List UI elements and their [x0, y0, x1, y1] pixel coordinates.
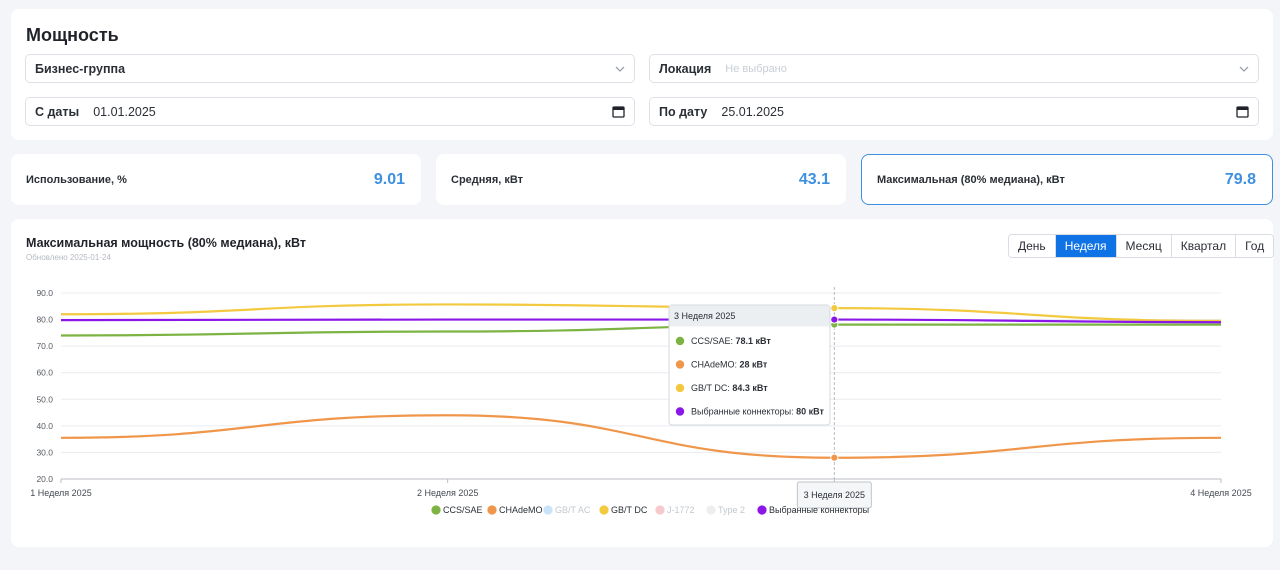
series-line[interactable]	[60, 323, 1221, 337]
series-line[interactable]	[60, 303, 1222, 322]
x-hover-label-text: 3 Неделя 2025	[804, 490, 865, 500]
business-group-select[interactable]: Бизнес-группа	[25, 54, 635, 83]
legend-label: Выбранные коннекторы	[769, 505, 869, 515]
kpi-value: 9.01	[373, 170, 405, 188]
line-chart[interactable]: 20.0 30.0 40.0 50.0 60.0 70.0 80.0 90.0 1 Неделя…	[11, 219, 1273, 547]
tooltip-row: CCS/SAE: 78.1 кВт	[691, 336, 771, 346]
x-tick-label: 4 Неделя 2025	[1190, 488, 1251, 498]
legend-swatch	[706, 505, 716, 515]
legend-item[interactable]: CHAdeMO	[487, 505, 543, 515]
y-tick-label: 60.0	[36, 368, 53, 378]
legend-label: J-1772	[667, 505, 695, 515]
hover-point[interactable]	[830, 304, 839, 313]
location-placeholder: Не выбрано	[725, 62, 787, 75]
calendar-icon[interactable]	[1236, 105, 1249, 118]
legend-item[interactable]: Type 2	[706, 505, 745, 515]
legend-item[interactable]: J-1772	[655, 505, 695, 515]
chart-tooltip: 3 Неделя 2025 CCS/SAE: 78.1 кВт CHAdeMO: 2…	[668, 304, 831, 426]
hover-point[interactable]	[830, 453, 839, 462]
y-tick-label: 80.0	[36, 315, 53, 325]
legend-label: GB/T AC	[555, 505, 591, 515]
kpi-value: 79.8	[1224, 170, 1256, 188]
legend-item[interactable]: CCS/SAE	[431, 505, 483, 515]
calendar-icon[interactable]	[612, 105, 625, 118]
legend-swatch	[543, 505, 553, 515]
legend-swatch	[757, 505, 767, 515]
kpi-value: 43.1	[798, 170, 830, 188]
date-to-label: По дату	[659, 104, 708, 119]
kpi-label: Средняя, кВт	[451, 173, 524, 186]
legend-swatch	[599, 505, 609, 515]
legend-label: Type 2	[718, 505, 745, 515]
chevron-down-icon	[1239, 66, 1249, 72]
date-to-field[interactable]: По дату 25.01.2025	[649, 97, 1259, 126]
date-from-value: 01.01.2025	[93, 104, 156, 119]
tooltip-row: GB/T DC: 84.3 кВт	[691, 383, 768, 393]
y-tick-label: 90.0	[36, 288, 53, 298]
legend-item[interactable]: GB/T AC	[543, 505, 591, 515]
legend-item[interactable]: Выбранные коннекторы	[757, 505, 869, 515]
tooltip-row: Выбранные коннекторы: 80 кВт	[691, 407, 824, 417]
page-title: Мощность	[26, 25, 119, 45]
kpi-max-median[interactable]: Максимальная (80% медиана), кВт 79.8	[861, 154, 1273, 205]
legend-label: CCS/SAE	[443, 505, 483, 515]
location-select[interactable]: Локация Не выбрано	[649, 54, 1259, 83]
x-tick-label: 1 Неделя 2025	[30, 488, 91, 498]
chart-panel: Максимальная мощность (80% медиана), кВт…	[11, 219, 1275, 547]
chevron-down-icon	[615, 66, 625, 72]
kpi-utilization[interactable]: Использование, % 9.01	[11, 154, 421, 205]
y-tick-label: 40.0	[36, 421, 53, 431]
tooltip-row: CHAdeMO: 28 кВт	[691, 360, 768, 370]
y-tick-label: 70.0	[36, 341, 53, 351]
date-to-value: 25.01.2025	[721, 104, 784, 119]
tooltip-swatch	[675, 407, 685, 416]
date-from-field[interactable]: С даты 01.01.2025	[25, 97, 635, 126]
legend-swatch	[487, 505, 497, 515]
kpi-label: Использование, %	[26, 173, 127, 186]
tooltip-swatch	[675, 336, 685, 346]
y-tick-label: 50.0	[36, 394, 53, 404]
x-tick-label: 2 Неделя 2025	[417, 488, 478, 498]
tooltip-title: 3 Неделя 2025	[674, 311, 735, 321]
legend-swatch	[431, 505, 441, 515]
business-group-label: Бизнес-группа	[35, 61, 126, 76]
legend-item[interactable]: GB/T DC	[599, 505, 648, 515]
kpi-label: Максимальная (80% медиана), кВт	[877, 173, 1065, 186]
kpi-average[interactable]: Средняя, кВт 43.1	[436, 154, 846, 205]
legend-label: GB/T DC	[611, 505, 648, 515]
legend-swatch	[655, 505, 665, 515]
y-tick-label: 30.0	[36, 447, 53, 457]
y-tick-label: 20.0	[36, 474, 53, 484]
date-from-label: С даты	[35, 104, 80, 119]
filters-panel: Мощность Бизнес-группа Локация Не выбран…	[11, 9, 1273, 140]
tooltip-swatch	[675, 383, 685, 393]
tooltip-swatch	[675, 360, 685, 369]
hover-point[interactable]	[830, 315, 839, 324]
legend-label: CHAdeMO	[499, 505, 543, 515]
series-line[interactable]	[60, 414, 1222, 459]
location-label: Локация	[659, 61, 712, 76]
